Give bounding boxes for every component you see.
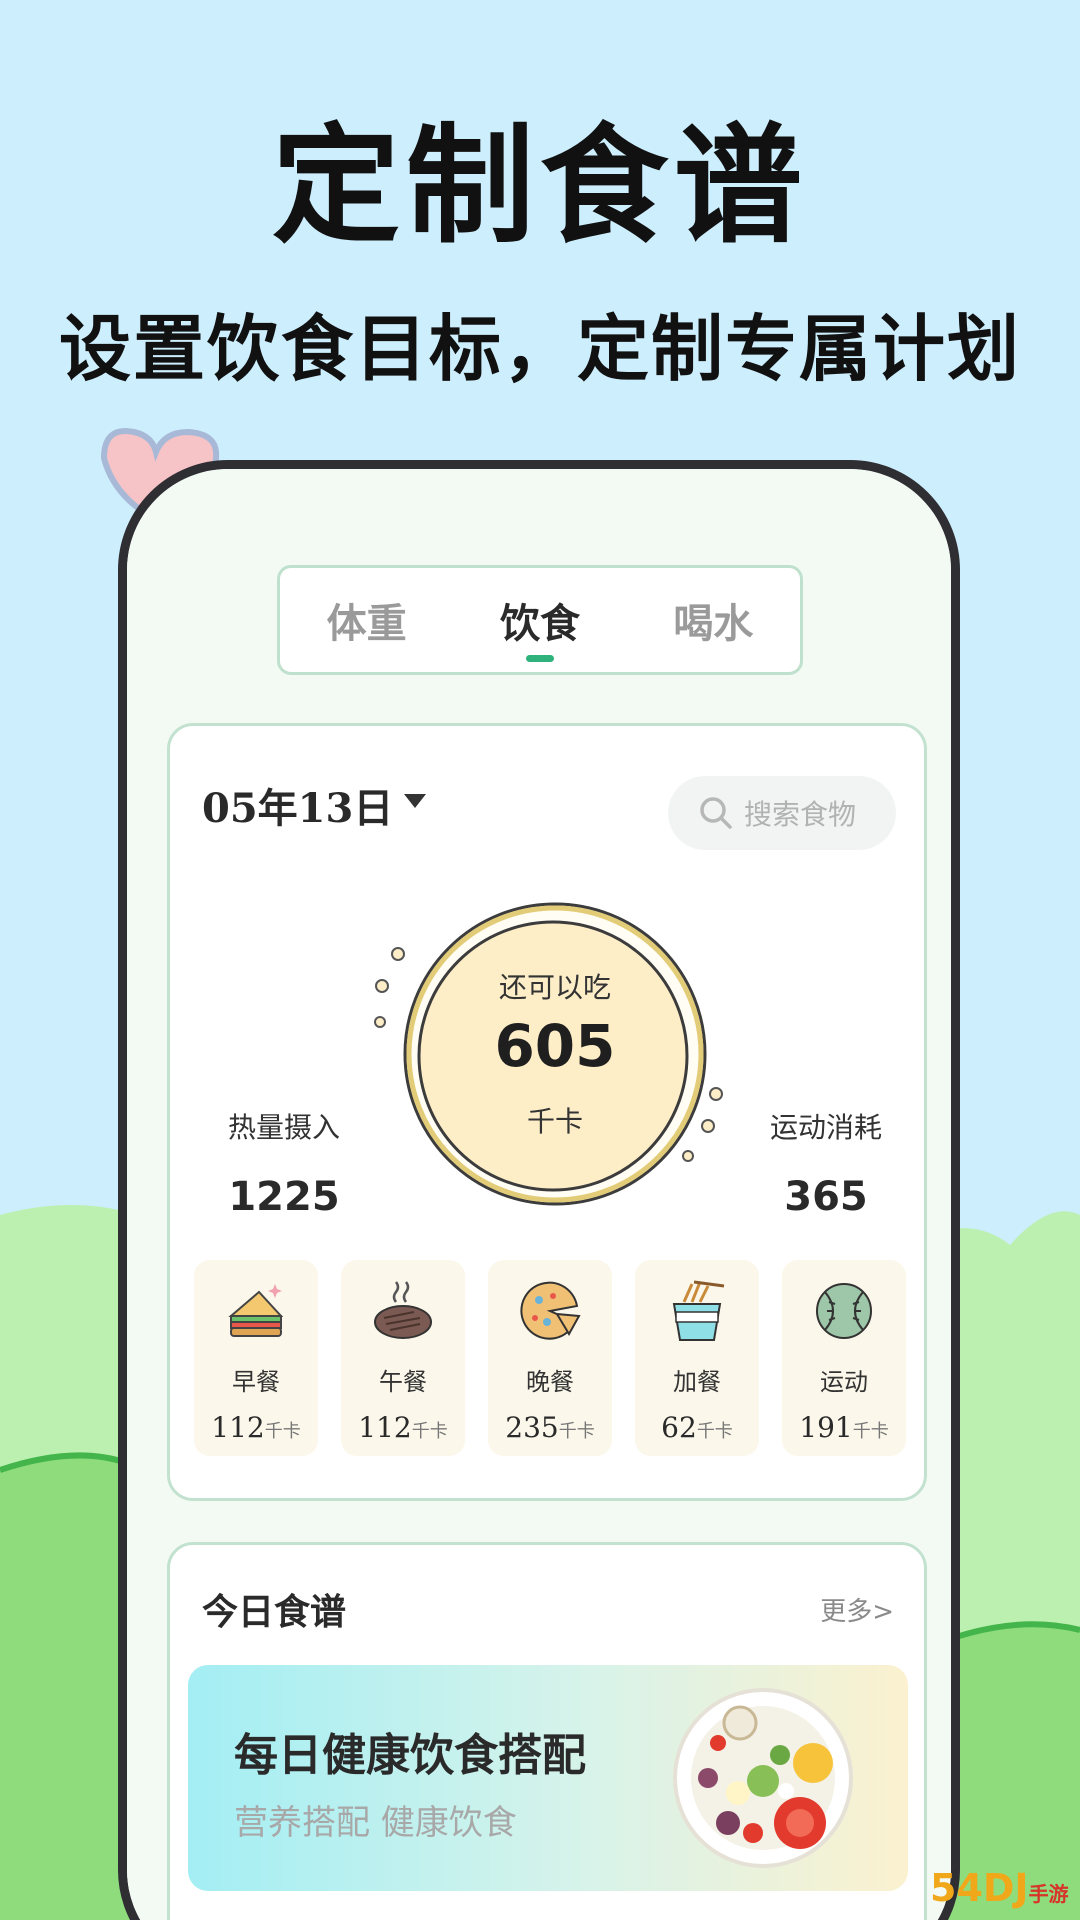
meal-name: 加餐 (673, 1368, 721, 1396)
pizza-icon (520, 1281, 581, 1340)
banner-title: 每日健康饮食搭配 (234, 1730, 586, 1781)
burn-stat: 运动消耗 365 (726, 1106, 926, 1220)
search-placeholder: 搜索食物 (744, 798, 857, 831)
recipe-banner[interactable]: 每日健康饮食搭配 营养搭配 健康饮食 (188, 1665, 908, 1891)
calorie-summary-card: 05年13日 搜索食物 热量摄入 1225 还可以吃 605 千卡 运动消耗 3… (167, 723, 927, 1501)
meal-name: 午餐 (379, 1368, 427, 1396)
intake-value: 1225 (228, 1174, 340, 1220)
meal-kcal: 235千卡 (505, 1411, 594, 1444)
meal-kcal: 62千卡 (661, 1411, 733, 1444)
meal-list: 早餐 112千卡 午餐 112千卡 晚餐 235千卡 加餐 62千卡 运动 19… (194, 1260, 906, 1456)
watermark-main: 54DJ (930, 1866, 1029, 1910)
meal-snack[interactable]: 加餐 62千卡 (635, 1260, 759, 1456)
burn-value: 365 (784, 1174, 868, 1220)
app-screen: 体重 饮食 喝水 05年13日 搜索食物 热量摄入 1225 还可以吃 605 … (127, 469, 951, 1920)
intake-label: 热量摄入 (227, 1111, 340, 1144)
more-link[interactable]: 更多> (820, 1591, 894, 1628)
recipe-section-title: 今日食谱 (202, 1592, 347, 1633)
date-selector[interactable]: 05年13日 (202, 776, 393, 834)
meal-lunch[interactable]: 午餐 112千卡 (341, 1260, 465, 1456)
meal-kcal: 112千卡 (211, 1411, 300, 1444)
tab-diet-label: 饮食 (499, 601, 580, 647)
watermark-logo: 54DJ手游网 (930, 1866, 1080, 1920)
meal-name: 早餐 (232, 1368, 280, 1396)
tab-water-label: 喝水 (673, 601, 754, 647)
search-food-input[interactable]: 搜索食物 (668, 776, 896, 850)
caret-down-icon[interactable] (404, 794, 426, 808)
remaining-value: 605 (494, 1012, 616, 1080)
remaining-calories-ring: 还可以吃 605 千卡 (370, 894, 740, 1224)
meal-kcal-unit: 千卡 (264, 1421, 301, 1442)
tab-weight[interactable]: 体重 (297, 591, 437, 649)
meal-kcal-value: 235 (505, 1411, 559, 1444)
meal-kcal: 112千卡 (358, 1411, 447, 1444)
meal-kcal: 191千卡 (799, 1411, 888, 1444)
steak-icon (374, 1281, 432, 1339)
remaining-unit: 千卡 (526, 1105, 583, 1138)
meal-kcal-value: 112 (358, 1411, 412, 1444)
banner-subtitle: 营养搭配 健康饮食 (234, 1803, 517, 1843)
tab-water[interactable]: 喝水 (643, 591, 783, 649)
meal-kcal-unit: 千卡 (558, 1421, 595, 1442)
tab-bar: 体重 饮食 喝水 (277, 565, 803, 675)
noodle-cup-icon (672, 1280, 725, 1341)
meal-kcal-value: 112 (211, 1411, 265, 1444)
meal-exercise[interactable]: 运动 191千卡 (782, 1260, 906, 1456)
meal-name: 晚餐 (526, 1368, 574, 1396)
tab-diet[interactable]: 饮食 (470, 591, 610, 662)
meal-kcal-unit: 千卡 (696, 1421, 733, 1442)
page-subheadline: 设置饮食目标，定制专属计划 (58, 307, 1021, 391)
tab-weight-label: 体重 (326, 601, 407, 647)
meal-kcal-unit: 千卡 (852, 1421, 889, 1442)
meal-kcal-value: 62 (661, 1411, 697, 1444)
meal-kcal-unit: 千卡 (411, 1421, 448, 1442)
burn-label: 运动消耗 (769, 1111, 882, 1144)
sandwich-icon (228, 1284, 284, 1337)
meal-name: 运动 (820, 1368, 868, 1396)
meal-breakfast[interactable]: 早餐 112千卡 (194, 1260, 318, 1456)
intake-stat: 热量摄入 1225 (184, 1106, 384, 1220)
search-icon (700, 797, 732, 829)
page-headline: 定制食谱 (271, 112, 808, 261)
today-recipe-card: 今日食谱 更多> 每日健康饮食搭配 营养搭配 健康饮食 (167, 1542, 927, 1920)
active-tab-indicator (525, 655, 554, 662)
remaining-label: 还可以吃 (498, 971, 611, 1004)
meal-kcal-value: 191 (799, 1411, 853, 1444)
ball-icon (816, 1283, 872, 1339)
meal-dinner[interactable]: 晚餐 235千卡 (488, 1260, 612, 1456)
phone-mockup: 体重 饮食 喝水 05年13日 搜索食物 热量摄入 1225 还可以吃 605 … (118, 460, 960, 1920)
salad-bowl-image (673, 1688, 853, 1868)
